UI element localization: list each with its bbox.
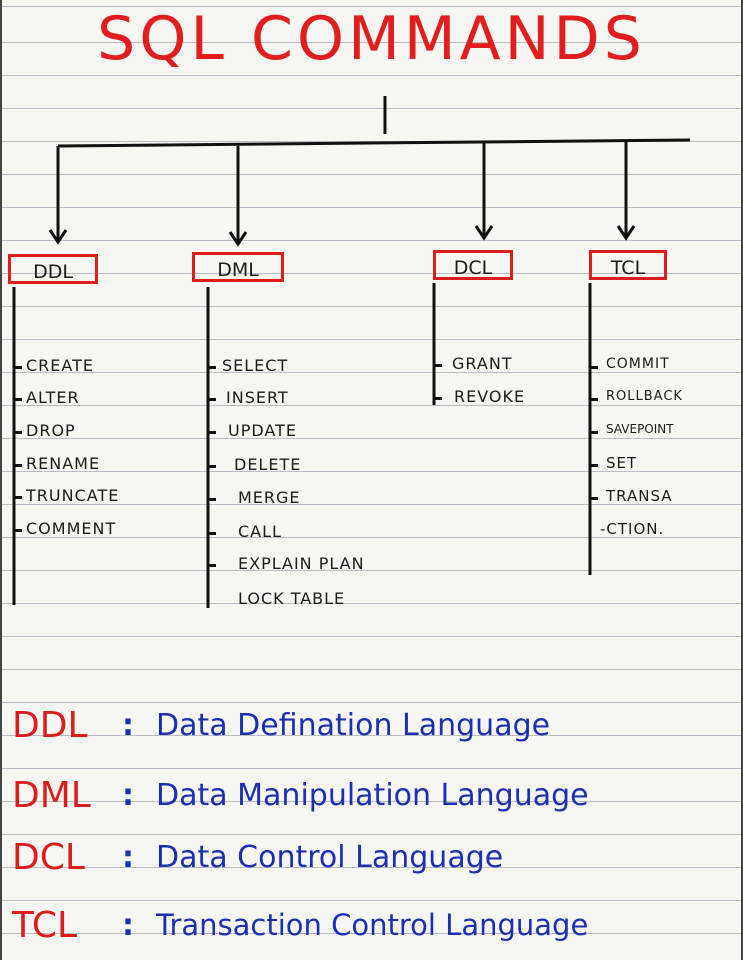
- ddl-command: RENAME: [26, 454, 101, 473]
- dml-command: DELETE: [234, 455, 302, 474]
- tcl-command: -CTION.: [600, 520, 665, 538]
- branch-tick: [14, 398, 22, 401]
- tcl-command: COMMIT: [606, 356, 670, 372]
- branch-tick: [14, 496, 22, 499]
- legend-definition: Transaction Control Language: [156, 908, 589, 942]
- ddl-box: DDL: [8, 254, 98, 284]
- legend-definition: Data Defination Language: [156, 707, 551, 743]
- branch-tick: [434, 397, 442, 400]
- dml-command: CALL: [238, 522, 282, 541]
- tcl-command: TRANSA: [606, 487, 673, 505]
- branch-tick: [208, 564, 216, 567]
- legend-definition: Data Manipulation Language: [156, 777, 589, 813]
- dml-command: SELECT: [222, 356, 289, 375]
- notebook-page: SQL COMMANDS DDL DML DCL TCL CREATE ALTE…: [0, 0, 743, 960]
- branch-tick: [208, 398, 216, 401]
- legend-colon: :: [122, 707, 134, 743]
- dml-command: UPDATE: [228, 421, 297, 440]
- ddl-command: COMMENT: [26, 519, 117, 538]
- dml-command: EXPLAIN PLAN: [238, 554, 365, 573]
- branch-tick: [14, 366, 22, 369]
- ddl-command: ALTER: [26, 388, 80, 407]
- branch-tick: [590, 398, 598, 401]
- legend-colon: :: [122, 777, 134, 813]
- branch-tick: [208, 465, 216, 468]
- legend-colon: :: [122, 839, 134, 875]
- dml-command: MERGE: [238, 488, 301, 507]
- tcl-box: TCL: [589, 250, 667, 280]
- legend-row: DDL : Data Defination Language: [12, 702, 550, 748]
- branch-tick: [434, 364, 442, 367]
- legend-colon: :: [122, 907, 134, 943]
- legend-abbr: DDL: [12, 704, 88, 746]
- legend-abbr: TCL: [12, 904, 78, 946]
- dcl-command: REVOKE: [454, 387, 526, 406]
- branch-tick: [590, 497, 598, 500]
- tcl-command: ROLLBACK: [606, 389, 683, 404]
- dcl-command: GRANT: [452, 354, 513, 373]
- branch-tick: [590, 366, 598, 369]
- dml-box: DML: [192, 252, 284, 282]
- ddl-command: CREATE: [26, 356, 94, 375]
- dml-command: LOCK TABLE: [238, 589, 346, 608]
- ddl-command: DROP: [26, 421, 76, 440]
- branch-tick: [208, 366, 216, 369]
- branch-tick: [590, 464, 598, 467]
- branch-tick: [208, 431, 216, 434]
- legend-abbr: DCL: [12, 836, 85, 878]
- branch-tick: [14, 464, 22, 467]
- branch-tick: [208, 498, 216, 501]
- dcl-box: DCL: [433, 250, 513, 280]
- branch-tick: [590, 431, 598, 434]
- legend-abbr: DML: [12, 774, 91, 816]
- tcl-command: SAVEPOINT: [606, 422, 674, 436]
- branch-tick: [14, 431, 22, 434]
- branch-tick: [14, 529, 22, 532]
- branch-tick: [208, 532, 216, 535]
- dml-command: INSERT: [226, 388, 289, 407]
- legend-row: DCL : Data Control Language: [12, 834, 503, 880]
- ddl-command: TRUNCATE: [26, 486, 120, 505]
- horizontal-connector: [57, 138, 691, 148]
- legend-row: TCL : Transaction Control Language: [12, 902, 588, 948]
- legend-definition: Data Control Language: [156, 839, 504, 875]
- legend-row: DML : Data Manipulation Language: [12, 772, 589, 818]
- tcl-command: SET: [606, 454, 638, 472]
